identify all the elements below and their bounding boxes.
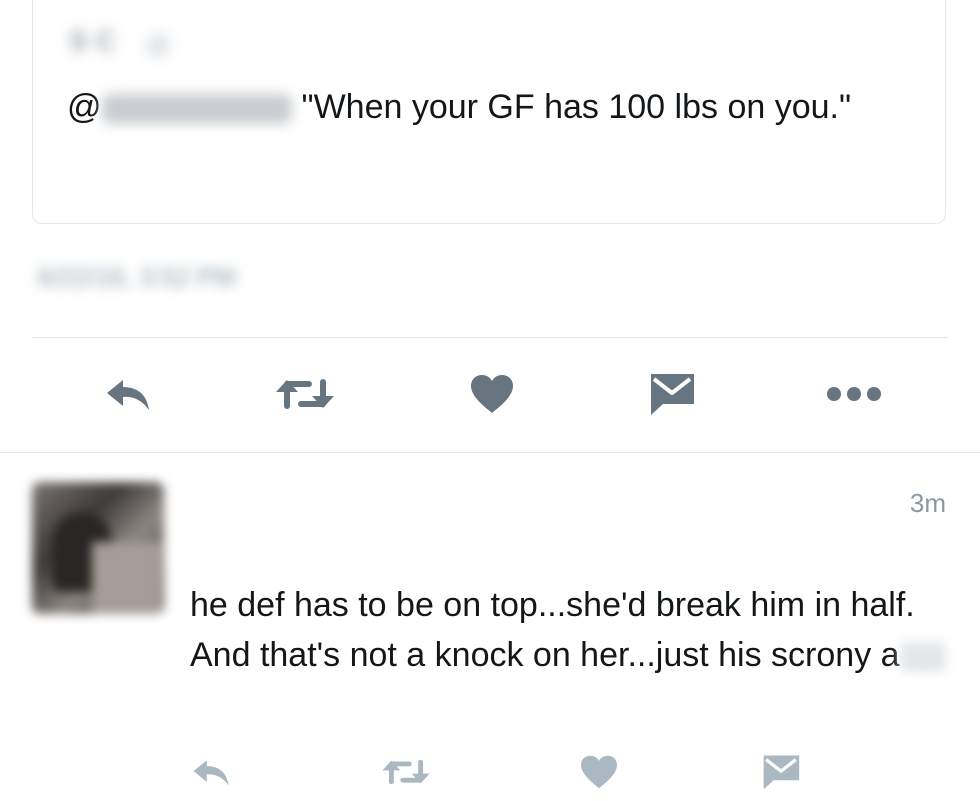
quoted-tweet-card[interactable]: S C @ @ "When your GF has 100 lbs on you.… [32,0,946,224]
quoted-mention-prefix: @ [67,88,102,126]
more-icon [827,387,881,401]
reply-body: he def has to be on top...she'd break hi… [190,586,915,674]
retweet-button[interactable] [270,372,340,416]
quoted-author-handle: @ [145,29,172,59]
quoted-tweet-body: "When your GF has 100 lbs on you." [301,88,852,126]
message-icon [762,755,800,790]
retweet-icon [382,759,430,785]
quoted-author-name: S C [69,25,116,56]
reply-message-button[interactable] [756,750,806,794]
quoted-tweet-text: @ "When your GF has 100 lbs on you." [67,81,927,133]
reply-icon [107,380,149,410]
message-icon [650,374,694,415]
reply-button[interactable] [100,372,156,416]
like-icon [471,375,513,413]
like-button[interactable] [464,370,520,418]
redacted-mention [101,94,292,125]
more-button[interactable] [822,376,886,412]
reply-text: he def has to be on top...she'd break hi… [190,580,960,680]
reply-avatar[interactable] [32,482,164,614]
reply-reply-button[interactable] [186,752,236,792]
redacted-word [899,642,946,673]
direct-message-button[interactable] [644,368,700,420]
retweet-icon [276,379,334,409]
reply-icon [193,760,229,786]
divider [32,337,948,338]
tweet-timestamp: 6/22/16, 3:52 PM [38,262,237,292]
reply-like-button[interactable] [574,750,624,794]
reply-retweet-button[interactable] [376,752,436,792]
like-icon [581,755,617,789]
divider [0,452,980,453]
reply-time: 3m [909,488,946,518]
